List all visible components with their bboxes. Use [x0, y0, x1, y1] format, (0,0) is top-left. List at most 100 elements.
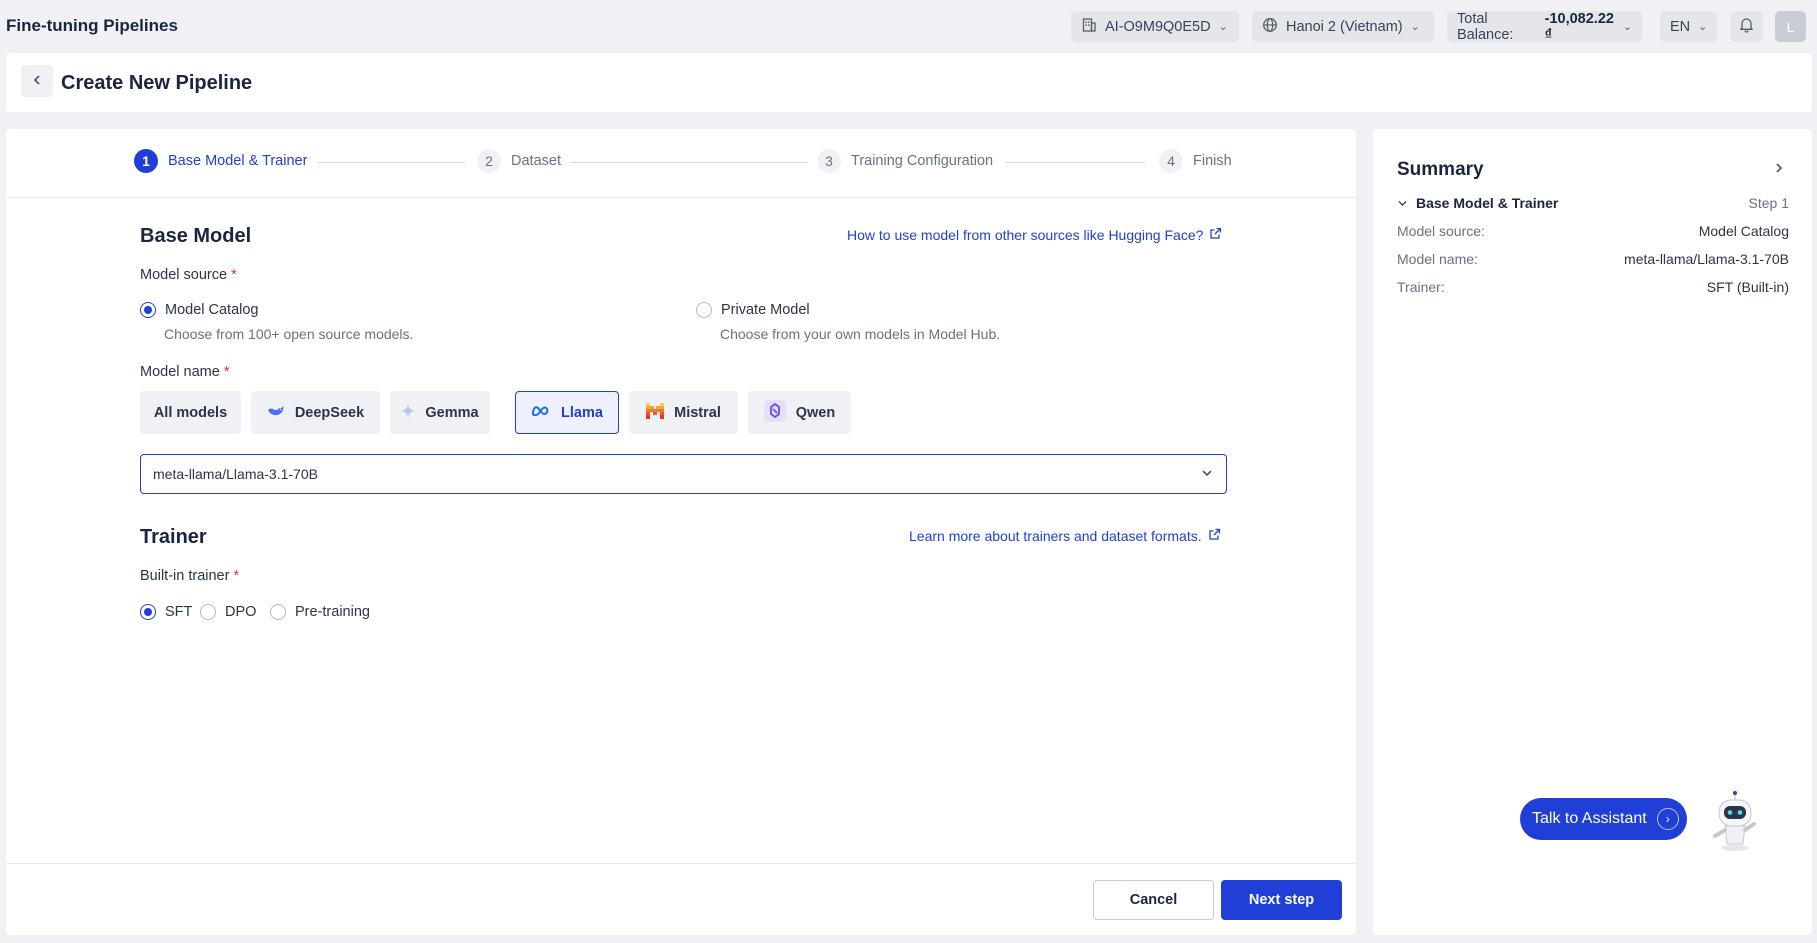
- gemma-icon: [401, 403, 416, 422]
- summary-key: Model name:: [1397, 251, 1478, 267]
- globe-icon: [1262, 17, 1278, 37]
- step-label: Dataset: [511, 153, 561, 169]
- option-label: Pre-training: [295, 604, 370, 620]
- region-label: Hanoi 2 (Vietnam): [1286, 18, 1403, 35]
- chip-qwen[interactable]: Qwen: [748, 391, 851, 434]
- chip-label: Gemma: [425, 404, 479, 421]
- required-mark: *: [231, 267, 237, 283]
- chevron-right-icon[interactable]: [1773, 161, 1785, 179]
- balance-label: Total Balance:: [1457, 10, 1514, 43]
- chevron-down-icon: [1398, 200, 1407, 206]
- bell-icon: [1738, 16, 1755, 37]
- region-selector[interactable]: Hanoi 2 (Vietnam) ⌄: [1252, 11, 1434, 42]
- step-label: Training Configuration: [851, 153, 994, 169]
- trainer-pre-training[interactable]: Pre-training: [270, 604, 370, 620]
- cancel-button[interactable]: Cancel: [1093, 880, 1214, 920]
- trainer-dpo[interactable]: DPO: [200, 604, 256, 620]
- chip-label: Mistral: [674, 404, 721, 421]
- source-model-catalog[interactable]: Model Catalog: [140, 302, 259, 318]
- deepseek-icon: [267, 404, 285, 422]
- step-label: Finish: [1193, 153, 1232, 169]
- step-label: Base Model & Trainer: [168, 153, 308, 169]
- required-mark: *: [223, 364, 230, 380]
- chevron-down-icon: ⌄: [1698, 21, 1708, 33]
- chip-all-models[interactable]: All models: [140, 391, 241, 434]
- page-header: Create New Pipeline: [6, 53, 1812, 112]
- chevron-down-icon: [1200, 466, 1214, 483]
- qwen-icon: [763, 399, 786, 426]
- chip-label: DeepSeek: [294, 404, 365, 421]
- stepper: 1 Base Model & Trainer 2 Dataset 3 Train…: [6, 129, 1356, 198]
- avatar[interactable]: L: [1775, 11, 1806, 42]
- back-button[interactable]: [21, 65, 53, 97]
- radio-checked-icon: [140, 302, 156, 318]
- chip-label: Llama: [561, 404, 603, 421]
- summary-key: Trainer:: [1397, 279, 1445, 295]
- chip-deepseek[interactable]: DeepSeek: [251, 391, 380, 434]
- chevron-left-icon: [31, 73, 43, 90]
- step-number: 4: [1159, 149, 1183, 173]
- step-3[interactable]: 3 Training Configuration: [817, 149, 993, 173]
- trainer-sft[interactable]: SFT: [140, 604, 192, 620]
- summary-title: Summary: [1397, 159, 1484, 180]
- summary-value: SFT (Built-in): [1706, 279, 1789, 295]
- summary-row: Model source: Model Catalog: [1397, 223, 1789, 239]
- summary-section-title: Base Model & Trainer: [1397, 195, 1558, 211]
- select-value: meta-llama/Llama-3.1-70B: [153, 466, 318, 482]
- option-description: Choose from your own models in Model Hub…: [720, 326, 1001, 342]
- external-link-icon: [1209, 227, 1222, 243]
- talk-to-assistant-button[interactable]: Talk to Assistant ›: [1520, 798, 1687, 840]
- meta-icon: [531, 405, 551, 421]
- chevron-down-icon: ⌄: [1622, 21, 1632, 33]
- step-1[interactable]: 1 Base Model & Trainer: [134, 149, 307, 173]
- source-private-model[interactable]: Private Model: [696, 302, 810, 318]
- external-link-icon: [1208, 528, 1221, 544]
- option-label: DPO: [225, 604, 257, 620]
- builtin-trainer-label: Built-in trainer *: [140, 568, 239, 584]
- link-text: How to use model from other sources like…: [847, 227, 1204, 243]
- step-divider: [570, 162, 807, 163]
- summary-key: Model source:: [1397, 223, 1485, 239]
- summary-row: Model name: meta-llama/Llama-3.1-70B: [1397, 251, 1789, 267]
- radio-checked-icon: [140, 604, 156, 620]
- top-bar: Fine-tuning Pipelines AI-O9M9Q0E5D ⌄ Han…: [0, 0, 1817, 52]
- next-step-button[interactable]: Next step: [1221, 880, 1342, 920]
- balance-selector[interactable]: Total Balance: -10,082.22 ₫ ⌄: [1447, 10, 1642, 43]
- trainers-help-link[interactable]: Learn more about trainers and dataset fo…: [909, 528, 1221, 544]
- summary-section-header[interactable]: Base Model & Trainer Step 1: [1397, 195, 1789, 211]
- option-label: Model Catalog: [165, 302, 259, 318]
- project-selector[interactable]: AI-O9M9Q0E5D ⌄: [1071, 11, 1239, 42]
- assistant-label: Talk to Assistant: [1532, 810, 1647, 827]
- section-step: Step 1: [1748, 195, 1789, 211]
- radio-unchecked-icon: [270, 604, 286, 620]
- notifications-button[interactable]: [1730, 11, 1763, 42]
- step-2[interactable]: 2 Dataset: [477, 149, 561, 173]
- balance-value: -10,082.22 ₫: [1544, 10, 1614, 43]
- trainer-title: Trainer: [140, 526, 207, 548]
- step-divider: [317, 162, 465, 163]
- model-name-label: Model name *: [140, 364, 229, 380]
- chip-mistral[interactable]: Mistral: [629, 391, 738, 434]
- required-mark: *: [233, 568, 240, 584]
- project-label: AI-O9M9Q0E5D: [1105, 18, 1211, 35]
- base-model-title: Base Model: [140, 225, 252, 247]
- chip-gemma[interactable]: Gemma: [390, 391, 490, 434]
- section-title-text: Base Model & Trainer: [1416, 195, 1559, 211]
- hugging-face-help-link[interactable]: How to use model from other sources like…: [847, 227, 1222, 243]
- option-label: Private Model: [721, 302, 810, 318]
- mistral-icon: [646, 402, 665, 423]
- step-number: 3: [817, 149, 841, 173]
- language-label: EN: [1670, 18, 1691, 35]
- option-description: Choose from 100+ open source models.: [164, 326, 414, 342]
- app-title: Fine-tuning Pipelines: [6, 16, 178, 35]
- chip-llama[interactable]: Llama: [515, 391, 619, 434]
- model-name-select[interactable]: meta-llama/Llama-3.1-70B: [140, 454, 1227, 494]
- chevron-down-icon: ⌄: [1218, 21, 1228, 33]
- summary-row: Trainer: SFT (Built-in): [1397, 279, 1789, 295]
- step-4[interactable]: 4 Finish: [1159, 149, 1232, 173]
- robot-assistant-icon[interactable]: [1707, 790, 1763, 856]
- chevron-down-icon: ⌄: [1410, 21, 1420, 33]
- label-text: Built-in trainer: [140, 568, 230, 584]
- chip-label: Qwen: [795, 404, 836, 421]
- language-selector[interactable]: EN ⌄: [1660, 11, 1717, 42]
